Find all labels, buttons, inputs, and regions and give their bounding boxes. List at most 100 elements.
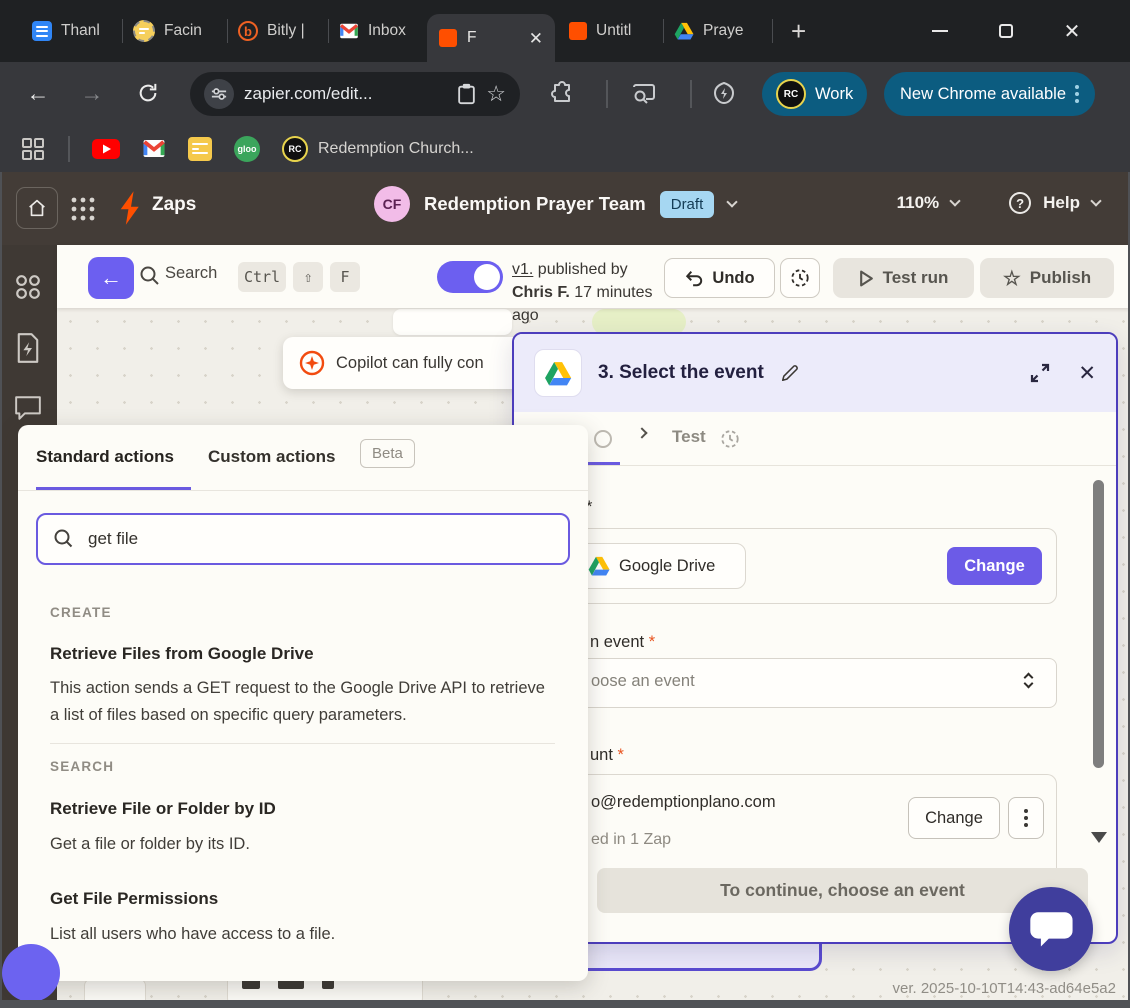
test-run-label: Test run [883,268,949,288]
clipboard-icon[interactable] [457,83,476,105]
action-search-box[interactable] [36,513,570,565]
scrollbar-down-arrow[interactable] [1091,832,1107,843]
site-settings-icon[interactable] [204,79,234,109]
modal-scrollbar-thumb[interactable] [1093,480,1104,768]
bookmark-church-label[interactable]: Redemption Church... [318,140,474,158]
window-minimize-button[interactable] [920,0,960,62]
tab-facing[interactable]: Facin [127,11,223,51]
window-maximize-button[interactable] [986,0,1026,62]
chevron-down-icon[interactable] [727,196,738,207]
bookmark-youtube-icon[interactable] [92,139,120,159]
help-label[interactable]: Help [1043,193,1080,213]
copilot-fab[interactable] [2,944,60,1002]
zap-template-icon[interactable] [14,333,42,363]
bookmark-gloo-icon[interactable]: gloo [234,136,260,162]
profile-avatar: RC [776,79,806,109]
chat-support-button[interactable] [1009,887,1093,971]
account-menu-button[interactable] [1008,797,1044,839]
header-right-group: 110% ? Help [897,192,1100,214]
zap-on-toggle[interactable] [437,261,503,293]
extensions-icon[interactable] [544,75,580,111]
zapier-favicon [439,29,457,47]
event-select[interactable]: oose an event [562,658,1057,708]
nav-zaps-label[interactable]: Zaps [152,194,196,216]
search-label[interactable]: Search [165,264,217,283]
tab-search-icon[interactable] [626,75,662,111]
action-item-description: Get a file or folder by its ID. [50,831,558,858]
editor-topbar: ← Search Ctrl ⇧ F v1. published by Chris… [57,245,1130,308]
undo-button[interactable]: Undo [664,258,775,298]
browser-menu-icon[interactable] [1075,85,1079,103]
tab-inbox[interactable]: Inbox [333,11,427,51]
facing-icon [133,20,155,42]
bookmark-star-icon[interactable]: ☆ [486,81,506,107]
version-status[interactable]: v1. published by Chris F. 17 minutes ago [512,258,664,327]
zap-title[interactable]: Redemption Prayer Team [424,193,646,215]
account-email: o@redemptionplano.com [591,793,776,812]
reload-button[interactable] [130,75,166,111]
window-close-button[interactable]: ✕ [1052,0,1092,62]
google-drive-icon [544,361,572,386]
help-icon[interactable]: ? [1009,192,1031,214]
feedback-bubble-icon[interactable] [14,395,42,421]
test-run-button[interactable]: Test run [833,258,974,298]
action-item-title[interactable]: Get File Permissions [50,889,218,909]
tab-untitled[interactable]: Untitl [563,11,659,51]
search-icon[interactable] [139,265,161,287]
chrome-update-button[interactable]: New Chrome available [884,72,1095,116]
action-item-title[interactable]: Retrieve File or Folder by ID [50,799,276,819]
tab-test[interactable]: Test [672,427,706,447]
apps-grid-icon[interactable] [20,136,46,162]
tab-active-zapier[interactable]: F ✕ [427,14,555,62]
back-button[interactable]: ← [20,75,56,111]
forward-button[interactable]: → [74,75,110,111]
select-chevrons-icon [1025,670,1032,687]
bookmark-notes-icon[interactable] [188,137,212,161]
setup-progress-radio [594,430,612,448]
app-switcher-icon[interactable] [70,196,96,222]
modal-close-icon[interactable]: ✕ [1078,361,1096,386]
version-text: published by [533,261,627,278]
bookmark-church-icon[interactable]: RC [282,136,308,162]
action-item-title[interactable]: Retrieve Files from Google Drive [50,644,314,664]
chevron-right-icon [636,427,647,438]
new-tab-button[interactable]: + [791,16,806,47]
app-chip-google-drive[interactable]: Google Drive [574,543,746,589]
zoom-level[interactable]: 110% [897,193,940,213]
copilot-banner-text: Copilot can fully con [336,354,484,373]
tab-bitly[interactable]: b Bitly | [232,11,324,51]
address-bar[interactable]: zapier.com/edit... ☆ [190,72,520,116]
apps-circles-icon[interactable] [14,273,42,301]
expand-icon[interactable] [1028,361,1052,385]
publish-button[interactable]: ☆ Publish [980,258,1114,298]
edit-pencil-icon[interactable] [780,363,800,383]
version-link[interactable]: v1. [512,261,533,278]
event-field-label: n event * [590,633,655,652]
timer-icon [790,268,810,288]
chevron-down-icon[interactable] [1090,195,1101,206]
history-button[interactable] [780,258,820,298]
tab-bar: Thanl Facin b Bitly | Inbox F ✕ [0,0,1130,62]
tab-separator [772,19,773,43]
beta-badge: Beta [360,439,415,468]
copilot-icon [299,350,325,376]
kebab-menu-icon [1024,809,1028,827]
tab-custom-actions[interactable]: Custom actions [208,447,336,467]
tab-standard-actions[interactable]: Standard actions [36,447,174,467]
url-text[interactable]: zapier.com/edit... [244,84,447,104]
browser-window: Thanl Facin b Bitly | Inbox F ✕ [0,0,1130,1008]
change-account-button[interactable]: Change [908,797,1000,839]
editor-back-button[interactable]: ← [88,257,134,299]
tab-prayer[interactable]: Praye [668,11,768,51]
bookmark-gmail-icon[interactable] [142,139,166,158]
tab-close-icon[interactable]: ✕ [529,30,543,47]
copilot-banner[interactable]: Copilot can fully con [283,337,533,389]
performance-icon[interactable] [706,75,742,111]
chevron-down-icon[interactable] [949,195,960,206]
search-icon [53,528,75,550]
change-app-button[interactable]: Change [947,547,1042,585]
home-button[interactable] [16,187,58,229]
action-search-input[interactable] [88,529,548,549]
profile-button[interactable]: RC Work [762,72,867,116]
tab-thank[interactable]: Thanl [26,11,118,51]
